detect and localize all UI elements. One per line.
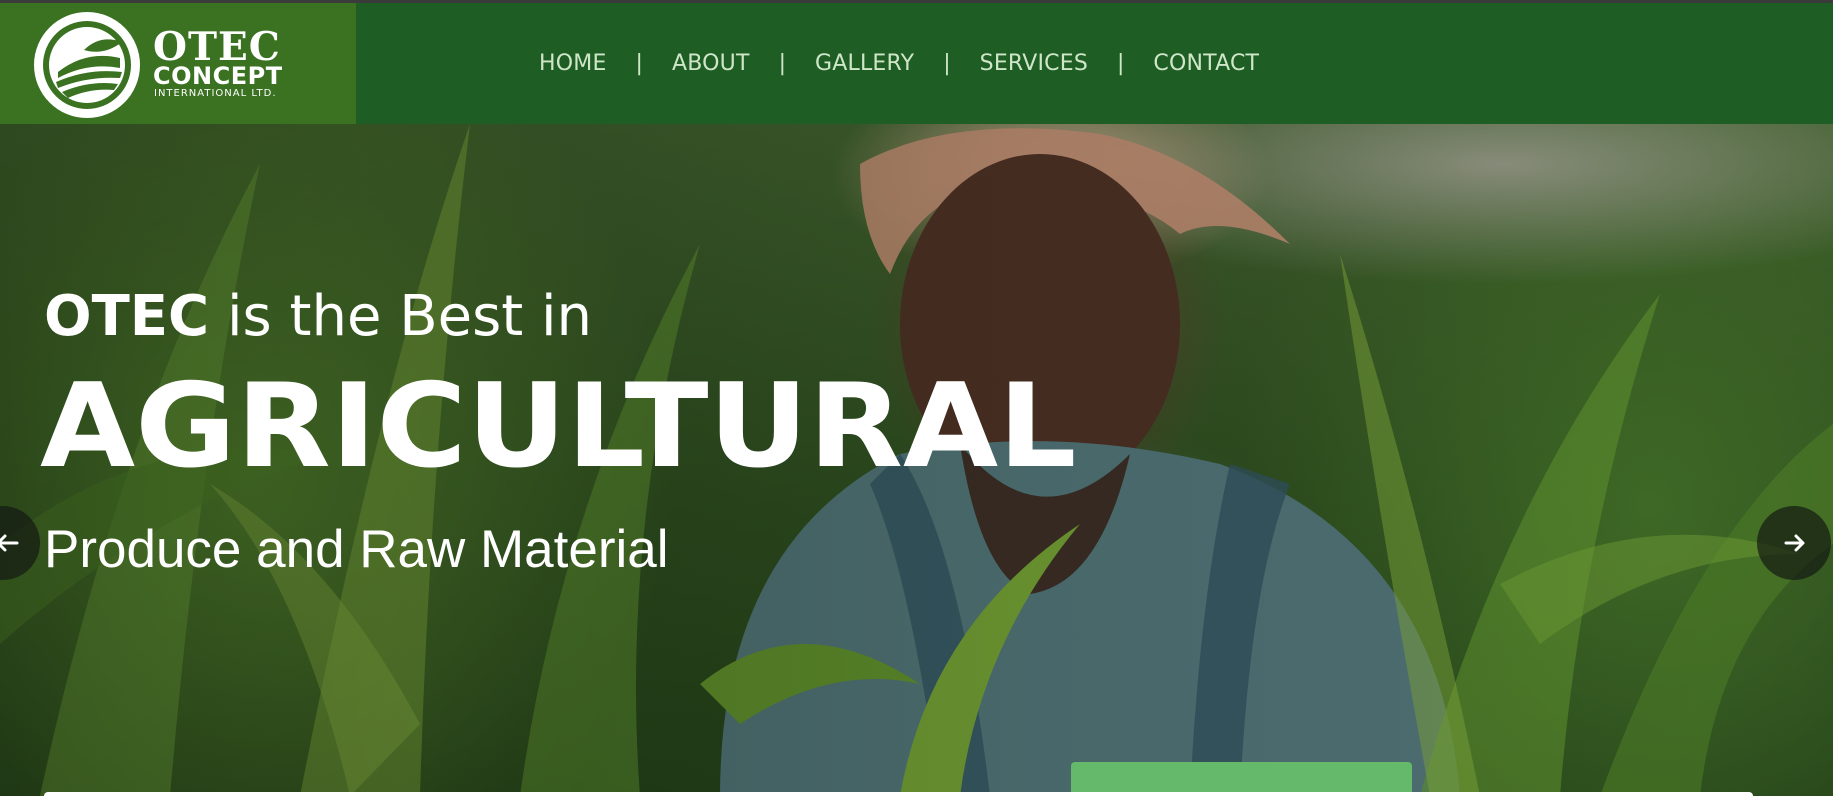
nav-services[interactable]: SERVICES (980, 51, 1088, 76)
logo-tagline: INTERNATIONAL LTD. (154, 88, 277, 99)
nav-separator: | (943, 51, 951, 76)
content-panel-top (44, 792, 1753, 796)
arrow-left-icon (0, 534, 19, 552)
accent-tab (1071, 762, 1412, 796)
logo-emblem-icon (34, 12, 140, 118)
hero-intro-text: is the Best in (209, 284, 593, 349)
logo-subname: CONCEPT (153, 62, 283, 90)
nav-separator: | (778, 51, 787, 76)
main-nav: HOME | ABOUT | GALLERY | SERVICES | CONT… (539, 3, 1259, 124)
nav-separator: | (1117, 51, 1125, 76)
nav-gallery[interactable]: GALLERY (815, 51, 914, 76)
hero-subheadline: Produce and Raw Material (44, 520, 669, 579)
arrow-right-icon (1784, 534, 1805, 552)
hero-intro-brand: OTEC (44, 284, 210, 349)
site-header: OTEC CONCEPT INTERNATIONAL LTD. HOME | A… (0, 3, 1833, 124)
logo[interactable]: OTEC CONCEPT INTERNATIONAL LTD. (0, 3, 356, 124)
nav-contact[interactable]: CONTACT (1153, 51, 1259, 76)
hero-intro: OTEC is the Best in (44, 284, 592, 350)
hero-headline: AGRICULTURAL (40, 359, 1077, 494)
nav-home[interactable]: HOME (539, 51, 607, 76)
logo-name: OTEC (153, 24, 281, 70)
nav-about[interactable]: ABOUT (672, 51, 750, 76)
slider-next-button[interactable] (1757, 506, 1831, 580)
hero-slider: OTEC is the Best in AGRICULTURAL Produce… (0, 124, 1833, 796)
nav-separator: | (635, 51, 643, 76)
